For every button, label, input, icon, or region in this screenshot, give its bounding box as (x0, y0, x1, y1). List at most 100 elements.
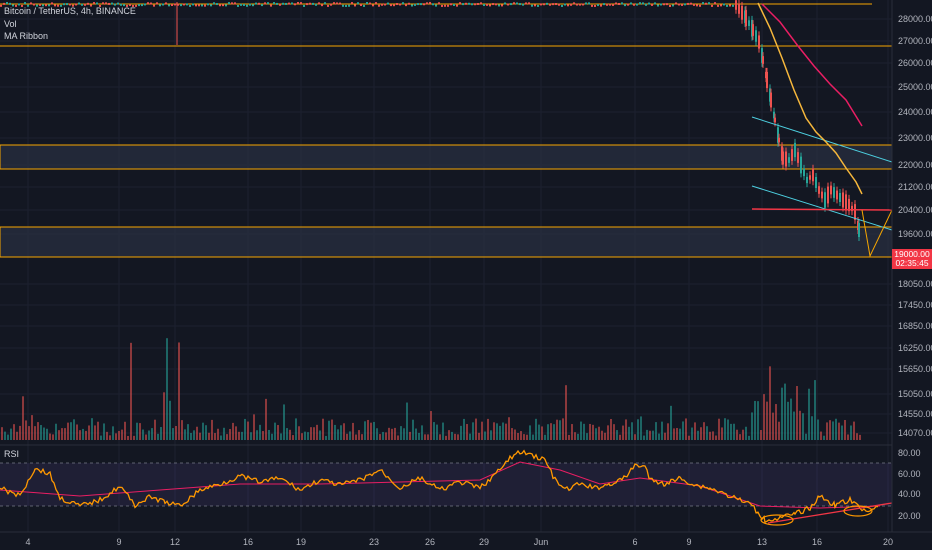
candle (809, 175, 811, 180)
candle (96, 2, 98, 5)
volume-bar (532, 434, 534, 440)
volume-bar (748, 435, 750, 440)
candle (117, 2, 119, 5)
trading-chart[interactable]: 28000.00 27000.00 26000.00 25000.00 24000.00… (0, 0, 932, 550)
rsi-legend[interactable]: RSI (4, 449, 19, 460)
rsi-axis-label: 60.00 (898, 469, 921, 479)
candle (519, 3, 521, 6)
candle (258, 2, 260, 5)
volume-bar (622, 425, 624, 440)
time-axis-label: 12 (170, 537, 180, 547)
volume-bar (664, 432, 666, 440)
horizontal-level-20400[interactable] (751, 208, 893, 211)
candle (726, 4, 728, 7)
volume-bar (208, 432, 210, 440)
symbol-legend[interactable]: Bitcoin / TetherUS, 4h, BINANCE (4, 6, 136, 17)
candle (818, 186, 820, 194)
candle (579, 3, 581, 6)
volume-bar (406, 402, 408, 440)
volume-bar (451, 431, 453, 440)
volume-bar (538, 424, 540, 440)
volume-bar (22, 396, 24, 440)
candle (51, 2, 53, 5)
price-axis-label: 15050.00 (898, 389, 932, 399)
candle (216, 3, 218, 6)
candle (788, 157, 790, 163)
volume-bar (232, 422, 234, 440)
volume-bar (502, 422, 504, 440)
time-axis-label: 29 (479, 537, 489, 547)
volume-bar (487, 418, 489, 440)
candle (360, 3, 362, 6)
volume-bar (370, 422, 372, 440)
volume-bar (754, 400, 756, 440)
volume-bar (358, 430, 360, 440)
candle (396, 3, 398, 6)
support-zone-lower[interactable] (0, 226, 893, 258)
volume-bar (286, 428, 288, 440)
support-zone-upper[interactable] (0, 144, 893, 170)
candle (93, 2, 95, 5)
volume-bar (496, 423, 498, 440)
candle (708, 2, 710, 5)
volume-bar (691, 427, 693, 440)
candle (108, 2, 110, 5)
volume-bar (769, 366, 771, 440)
volume-bar (184, 429, 186, 440)
volume-bar (478, 432, 480, 440)
volume-bar (751, 412, 753, 440)
volume-bar (658, 433, 660, 440)
volume-bar (592, 424, 594, 440)
volume-bar (760, 429, 762, 440)
volume-bar (667, 423, 669, 440)
price-axis-label: 23000.00 (898, 133, 932, 143)
volume-bar (121, 429, 123, 440)
candle (791, 149, 793, 161)
candle (225, 4, 227, 7)
volume-bar (328, 420, 330, 440)
volume-bar (439, 434, 441, 440)
volume-bar (736, 429, 738, 440)
candle (510, 3, 512, 6)
candle (402, 2, 404, 5)
volume-bar (832, 421, 834, 440)
candle (435, 4, 437, 7)
volume-bar (724, 418, 726, 440)
volume-bar (157, 433, 159, 440)
volume-bar (640, 416, 642, 440)
candle (438, 2, 440, 5)
volume-bar (793, 411, 795, 440)
volume-bar (7, 434, 9, 440)
candle (663, 3, 665, 6)
candle (507, 3, 509, 6)
volume-bar (577, 433, 579, 440)
volume-bar (517, 433, 519, 440)
volume-bar (211, 419, 213, 440)
volume-bar (409, 431, 411, 440)
volume-bar (85, 430, 87, 440)
volume-bar (787, 401, 789, 440)
volume-bar (109, 435, 111, 440)
candle (324, 2, 326, 5)
volume-legend[interactable]: Vol (4, 19, 17, 30)
volume-bar (247, 421, 249, 440)
candle (657, 4, 659, 7)
volume-bar (523, 434, 525, 440)
candle (348, 4, 350, 7)
ma-ribbon-legend[interactable]: MA Ribbon (4, 31, 48, 42)
candle (821, 191, 823, 199)
volume-bar (547, 424, 549, 440)
volume-bar (10, 428, 12, 440)
volume-bar (268, 429, 270, 440)
volume-bar (472, 422, 474, 440)
volume-bar (427, 434, 429, 440)
candle (755, 30, 757, 42)
volume-bar (613, 424, 615, 440)
candle (785, 151, 787, 167)
volume-bar (643, 435, 645, 440)
candle (723, 3, 725, 6)
volume-bar (610, 418, 612, 440)
volume-bar (295, 418, 297, 440)
volume-bar (661, 421, 663, 440)
candle (543, 3, 545, 6)
